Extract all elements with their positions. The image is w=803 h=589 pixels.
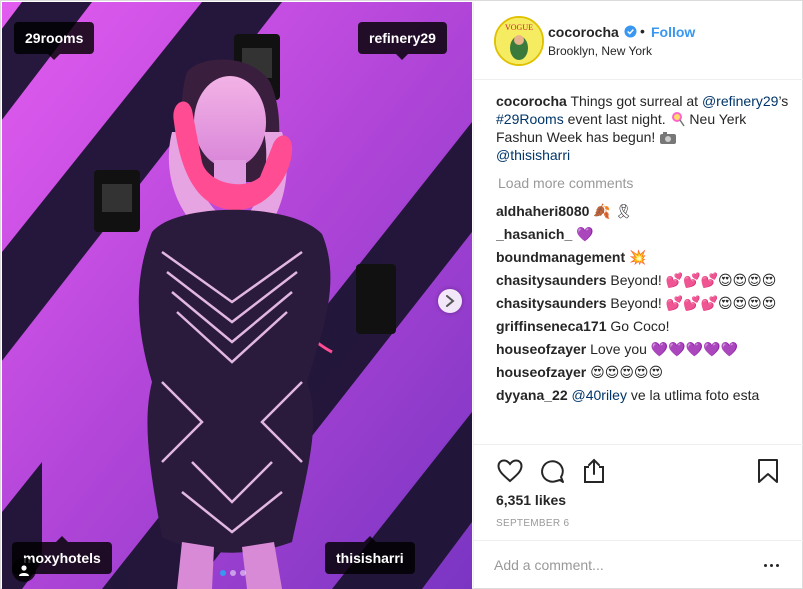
more-options-icon[interactable]: [759, 555, 783, 575]
comment-username[interactable]: chasitysaunders: [496, 272, 607, 288]
comment-item: griffinseneca171 Go Coco!: [496, 317, 792, 335]
comment-emoji: 🍂 🎗: [593, 203, 633, 219]
photo-artwork: [2, 2, 472, 589]
comment-item: aldhaheri8080 🍂 🎗: [496, 202, 792, 220]
comment-username[interactable]: griffinseneca171: [496, 318, 607, 334]
comment-item: _hasanich_ 💜: [496, 225, 792, 243]
post-photo[interactable]: 29rooms refinery29 moxyhotels thisisharr…: [2, 2, 472, 589]
comment-emoji: 💥: [629, 249, 647, 265]
share-button[interactable]: [580, 457, 608, 485]
load-more-comments-button[interactable]: Load more comments: [498, 174, 792, 192]
comment-text: Beyond!: [606, 272, 666, 288]
comment-item: houseofzayer Love you 💜💜💜💜💜: [496, 340, 792, 358]
carousel-dot: [220, 570, 226, 576]
comment-item: dyyana_22 @40riley ve la utlima foto est…: [496, 386, 792, 404]
user-tag-icon[interactable]: [12, 558, 36, 582]
comment-username[interactable]: dyyana_22: [496, 387, 568, 403]
location-link[interactable]: Brooklyn, New York: [548, 44, 652, 58]
photo-tag-29rooms[interactable]: 29rooms: [14, 22, 95, 60]
caption-text: ’s: [778, 93, 789, 109]
post-header: VOGUE cocorocha • Follow Brooklyn, New Y…: [474, 2, 803, 80]
chevron-right-icon: [446, 295, 455, 307]
mention-40riley[interactable]: @40riley: [572, 387, 627, 403]
bookmark-icon: [758, 459, 778, 483]
comment-emoji: 💜💜💜💜💜: [650, 341, 739, 357]
mention-thisisharri[interactable]: @thisisharri: [496, 147, 570, 163]
comment-item: houseofzayer 😍😍😍😍😍: [496, 363, 792, 381]
comment-username[interactable]: houseofzayer: [496, 364, 586, 380]
hashtag-29rooms[interactable]: #29Rooms: [496, 111, 564, 127]
caption-text: event last night.: [563, 111, 670, 127]
camera-icon: [660, 132, 677, 144]
add-comment-section: [474, 540, 803, 589]
caption-text: Things got surreal at: [566, 93, 702, 109]
like-button[interactable]: [496, 457, 524, 485]
carousel-indicator: [220, 570, 246, 576]
save-button[interactable]: [754, 457, 782, 485]
lollipop-icon: [671, 112, 685, 127]
follow-button[interactable]: Follow: [651, 24, 695, 40]
wall-phone-left: [94, 170, 140, 232]
comment-emoji: 💜: [576, 226, 594, 242]
comment-emoji: 💕💕💕😍😍😍😍: [665, 272, 777, 288]
comment-emoji: 😍😍😍😍😍: [590, 364, 664, 380]
post-actions: 6,351 likes SEPTEMBER 6: [474, 444, 803, 554]
carousel-dot: [230, 570, 236, 576]
post-caption: cocorocha Things got surreal at @refiner…: [496, 92, 792, 164]
comment-button[interactable]: [538, 457, 566, 485]
comment-item: chasitysaunders Beyond! 💕💕💕😍😍😍😍: [496, 271, 792, 289]
comment-text: Beyond!: [606, 295, 666, 311]
comment-icon: [541, 460, 564, 483]
comment-username[interactable]: chasitysaunders: [496, 295, 607, 311]
comment-emoji: 💕💕💕😍😍😍😍: [665, 295, 777, 311]
header-username[interactable]: cocorocha: [548, 24, 619, 40]
post-sidebar: VOGUE cocorocha • Follow Brooklyn, New Y…: [473, 2, 803, 589]
comment-text: Love you: [586, 341, 651, 357]
carousel-dot: [240, 570, 246, 576]
comment-item: chasitysaunders Beyond! 💕💕💕😍😍😍😍: [496, 294, 792, 312]
likes-count[interactable]: 6,351 likes: [496, 492, 566, 508]
caption-username[interactable]: cocorocha: [496, 93, 567, 109]
comment-username[interactable]: houseofzayer: [496, 341, 586, 357]
post-date[interactable]: SEPTEMBER 6: [496, 518, 569, 529]
mention-refinery29[interactable]: @refinery29: [702, 93, 778, 109]
comment-text: ve la utlima foto esta: [626, 387, 760, 403]
comment-item: boundmanagement 💥: [496, 248, 792, 266]
comment-username[interactable]: aldhaheri8080: [496, 203, 589, 219]
header-separator: •: [640, 23, 645, 39]
heart-icon: [497, 459, 523, 483]
comment-text: Go Coco!: [606, 318, 670, 334]
comment-username[interactable]: _hasanich_: [496, 226, 572, 242]
photo-tag-thisisharri[interactable]: thisisharri: [325, 536, 415, 574]
share-icon: [584, 458, 604, 483]
verified-badge-icon: [624, 25, 637, 38]
avatar-text: VOGUE: [505, 23, 533, 32]
add-comment-input[interactable]: [494, 555, 744, 575]
next-photo-button[interactable]: [438, 289, 462, 313]
comments-list[interactable]: cocorocha Things got surreal at @refiner…: [496, 92, 792, 440]
photo-tag-refinery29[interactable]: refinery29: [358, 22, 447, 60]
post-modal: 29rooms refinery29 moxyhotels thisisharr…: [0, 0, 803, 589]
avatar[interactable]: VOGUE: [494, 16, 544, 66]
comment-username[interactable]: boundmanagement: [496, 249, 625, 265]
